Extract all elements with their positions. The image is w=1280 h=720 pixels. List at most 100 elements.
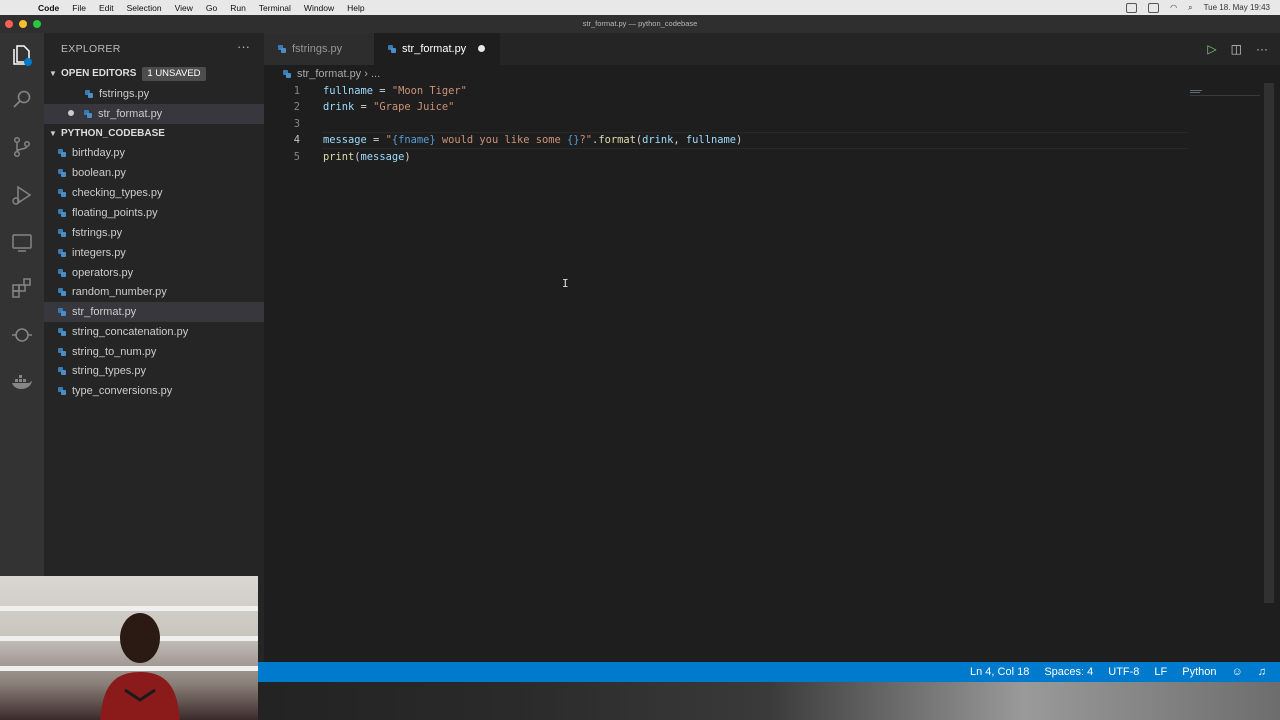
tab-str-format[interactable]: str_format.py <box>374 33 500 65</box>
line-number: 2 <box>293 101 300 113</box>
project-folder-section[interactable]: ▼ PYTHON_CODEBASE <box>44 124 264 144</box>
file-item[interactable]: integers.py <box>44 243 264 263</box>
explorer-icon[interactable] <box>10 43 34 67</box>
code-text: print(message) <box>323 151 411 163</box>
file-item[interactable]: string_to_num.py <box>44 342 264 362</box>
minimize-window-button[interactable] <box>19 20 27 28</box>
file-label: string_to_num.py <box>72 346 157 358</box>
file-label: boolean.py <box>72 167 126 179</box>
notifications-bell-icon[interactable]: ♫ <box>1258 666 1266 678</box>
text-cursor-icon: I <box>562 277 569 290</box>
open-editors-section[interactable]: ▼ OPEN EDITORS 1 UNSAVED <box>44 64 264 84</box>
code-line[interactable]: 3 <box>264 116 1264 132</box>
file-item[interactable]: fstrings.py <box>44 223 264 243</box>
explorer-more-actions-icon[interactable]: ··· <box>237 39 250 54</box>
indentation[interactable]: Spaces: 4 <box>1044 666 1093 678</box>
extensions-icon[interactable] <box>10 276 34 300</box>
cursor-position[interactable]: Ln 4, Col 18 <box>970 666 1029 678</box>
menu-help[interactable]: Help <box>347 3 364 13</box>
breadcrumb-more[interactable]: ... <box>371 68 380 80</box>
tab-fstrings[interactable]: fstrings.py <box>264 33 374 65</box>
encoding[interactable]: UTF-8 <box>1108 666 1139 678</box>
battery-icon[interactable] <box>1148 2 1160 13</box>
language-mode[interactable]: Python <box>1182 666 1216 678</box>
open-editor-item[interactable]: fstrings.py <box>44 84 264 104</box>
menu-selection[interactable]: Selection <box>127 3 162 13</box>
run-debug-icon[interactable] <box>10 183 34 207</box>
menu-run[interactable]: Run <box>230 3 246 13</box>
editor-scrollbar[interactable] <box>1264 83 1274 603</box>
menu-go[interactable]: Go <box>206 3 217 13</box>
code-line[interactable]: 1 fullname = "Moon Tiger" <box>264 83 1264 99</box>
menu-app[interactable]: Code <box>38 3 59 13</box>
python-file-icon <box>278 45 286 53</box>
tab-label: str_format.py <box>402 43 467 55</box>
run-file-icon[interactable]: ▷ <box>1207 42 1216 56</box>
code-editor[interactable]: 1 fullname = "Moon Tiger" 2 drink = "Gra… <box>264 83 1268 662</box>
window-controls <box>5 20 41 28</box>
mac-menubar: Code File Edit Selection View Go Run Ter… <box>0 0 1280 15</box>
docker-icon[interactable] <box>10 370 34 394</box>
feedback-icon[interactable]: ☺ <box>1232 666 1243 678</box>
search-view-icon[interactable] <box>10 88 34 112</box>
menu-window[interactable]: Window <box>304 3 334 13</box>
file-item[interactable]: birthday.py <box>44 143 264 163</box>
file-label: string_types.py <box>72 365 146 377</box>
file-item[interactable]: type_conversions.py <box>44 381 264 401</box>
file-item[interactable]: floating_points.py <box>44 203 264 223</box>
status-menu-icon[interactable] <box>1126 2 1138 13</box>
wifi-icon[interactable]: ◠ <box>1170 3 1177 12</box>
menu-view[interactable]: View <box>175 3 193 13</box>
file-item[interactable]: operators.py <box>44 263 264 283</box>
line-number: 3 <box>293 118 300 130</box>
file-label: str_format.py <box>98 108 163 120</box>
webcam-overlay <box>0 576 258 720</box>
code-text: message = "{fname} would you like some {… <box>323 134 743 146</box>
code-line[interactable]: 2 drink = "Grape Juice" <box>264 99 1264 115</box>
menu-file[interactable]: File <box>72 3 86 13</box>
code-line-current[interactable]: 4 message = "{fname} would you like some… <box>264 132 1264 148</box>
file-label: str_format.py <box>72 306 137 318</box>
presenter-video-icon <box>100 613 180 720</box>
datetime[interactable]: Tue 18. May 19:43 <box>1204 3 1270 12</box>
file-label: integers.py <box>72 247 126 259</box>
tab-label: fstrings.py <box>292 43 343 55</box>
breadcrumb: str_format.py › ... <box>283 65 380 83</box>
unsaved-dot-icon[interactable] <box>478 45 486 52</box>
file-item-selected[interactable]: str_format.py <box>44 302 264 322</box>
file-label: string_concatenation.py <box>72 326 189 338</box>
python-file-icon <box>58 209 66 217</box>
end-of-line[interactable]: LF <box>1154 666 1167 678</box>
line-number: 1 <box>293 85 300 97</box>
file-item[interactable]: boolean.py <box>44 163 264 183</box>
gitlens-icon[interactable] <box>10 323 34 347</box>
code-line[interactable]: 5 print(message) <box>264 149 1264 165</box>
activity-bar <box>0 33 44 662</box>
breadcrumb-file[interactable]: str_format.py <box>297 68 361 80</box>
menu-terminal[interactable]: Terminal <box>259 3 291 13</box>
menu-edit[interactable]: Edit <box>99 3 114 13</box>
unsaved-badge: 1 UNSAVED <box>142 67 206 81</box>
explorer-title: EXPLORER <box>61 43 121 55</box>
python-file-icon <box>58 229 66 237</box>
search-icon[interactable]: ⌕ <box>1188 3 1192 13</box>
file-label: type_conversions.py <box>72 385 173 397</box>
minimap[interactable] <box>1190 85 1260 96</box>
python-file-icon <box>58 348 66 356</box>
python-file-icon <box>58 189 66 197</box>
remote-explorer-icon[interactable] <box>10 230 34 254</box>
code-text: drink = "Grape Juice" <box>323 101 455 113</box>
source-control-icon[interactable] <box>10 135 34 159</box>
file-item[interactable]: random_number.py <box>44 282 264 302</box>
python-file-icon <box>58 367 66 375</box>
file-item[interactable]: string_types.py <box>44 361 264 381</box>
file-item[interactable]: string_concatenation.py <box>44 322 264 342</box>
unsaved-dot-icon[interactable] <box>68 110 74 116</box>
more-actions-icon[interactable]: ··· <box>1256 42 1268 56</box>
split-editor-icon[interactable]: ◫ <box>1231 42 1242 56</box>
zoom-window-button[interactable] <box>33 20 41 28</box>
file-item[interactable]: checking_types.py <box>44 183 264 203</box>
chevron-down-icon: ▼ <box>49 129 57 138</box>
open-editor-item-active[interactable]: str_format.py <box>44 104 264 124</box>
close-window-button[interactable] <box>5 20 13 28</box>
